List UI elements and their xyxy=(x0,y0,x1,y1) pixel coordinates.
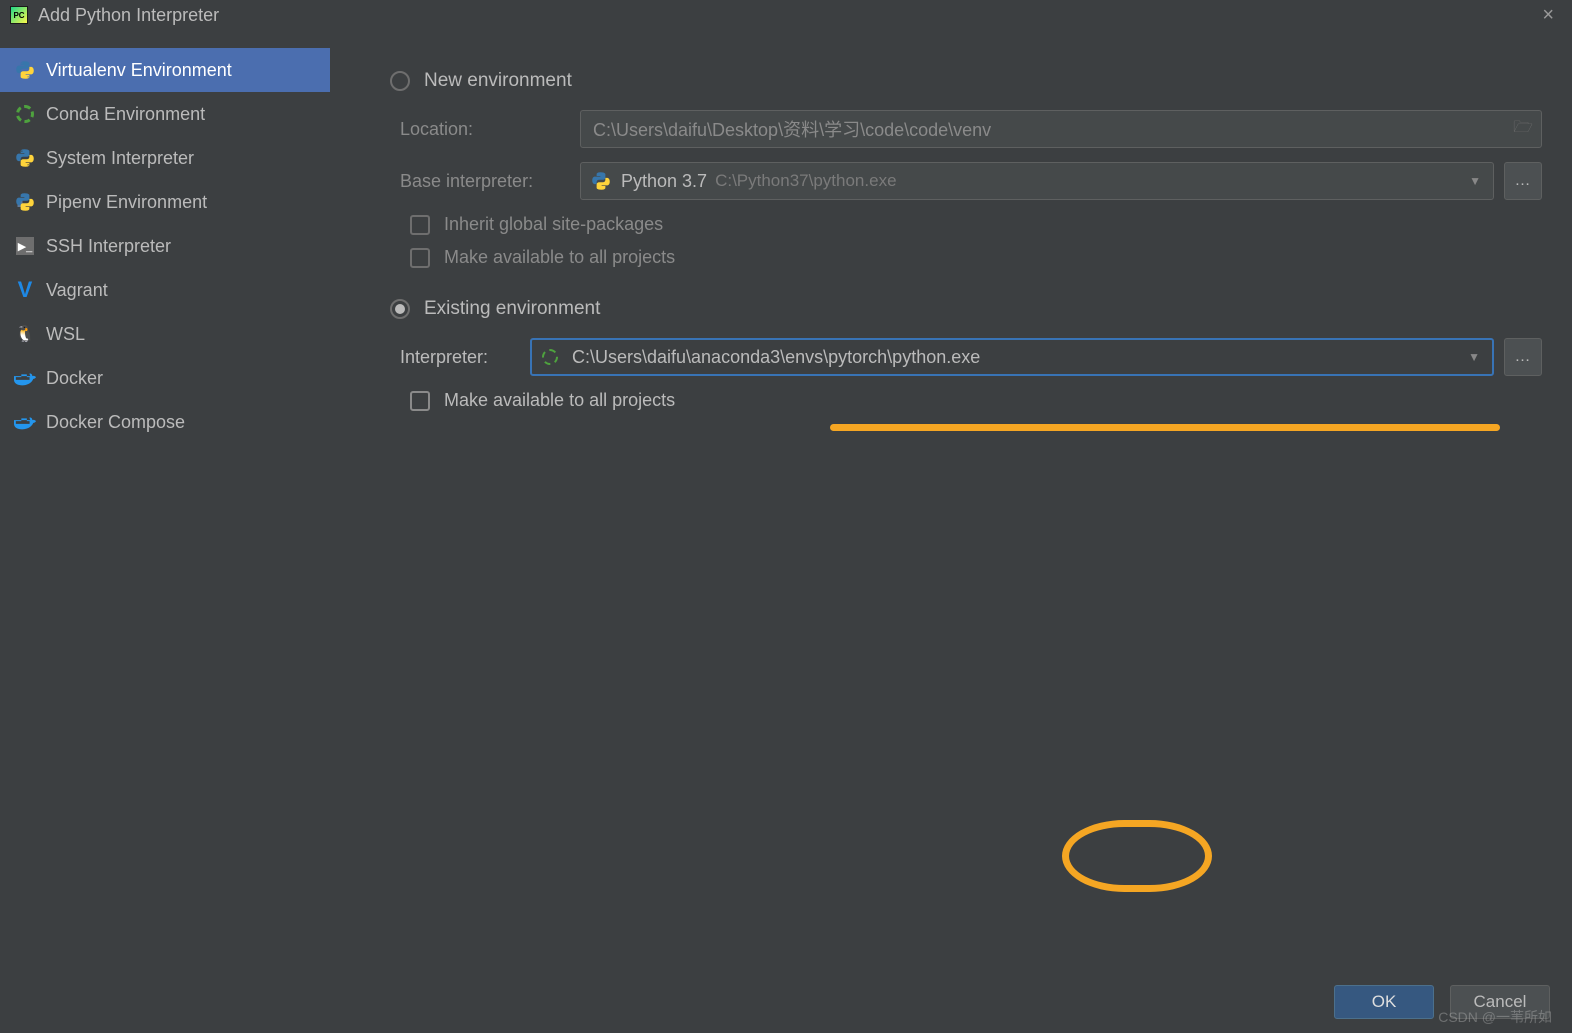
linux-icon: 🐧 xyxy=(14,323,36,345)
docker-icon xyxy=(14,367,36,389)
conda-icon xyxy=(542,349,562,365)
sidebar-item-label: Vagrant xyxy=(46,280,108,301)
base-interpreter-value: Python 3.7 xyxy=(621,171,707,192)
make-available-existing-checkbox[interactable] xyxy=(410,391,430,411)
sidebar-item-pipenv[interactable]: Pipenv Environment xyxy=(0,180,330,224)
sidebar-item-docker[interactable]: Docker xyxy=(0,356,330,400)
sidebar-item-ssh[interactable]: ▶_ SSH Interpreter xyxy=(0,224,330,268)
inherit-packages-label: Inherit global site-packages xyxy=(444,214,663,235)
inherit-packages-checkbox[interactable] xyxy=(410,215,430,235)
folder-icon[interactable]: 🗁 xyxy=(1513,116,1533,143)
sidebar-item-system[interactable]: System Interpreter xyxy=(0,136,330,180)
existing-environment-radio-row: Existing environment xyxy=(390,298,1542,320)
browse-base-interpreter-button[interactable]: … xyxy=(1504,162,1542,200)
annotation-underline xyxy=(830,424,1500,431)
sidebar-item-label: WSL xyxy=(46,324,85,345)
sidebar-item-vagrant[interactable]: V Vagrant xyxy=(0,268,330,312)
base-interpreter-path: C:\Python37\python.exe xyxy=(715,171,896,191)
make-available-existing-label: Make available to all projects xyxy=(444,390,675,411)
browse-interpreter-button[interactable]: … xyxy=(1504,338,1542,376)
watermark: CSDN @一苇所如 xyxy=(1438,1007,1552,1027)
make-available-new-checkbox[interactable] xyxy=(410,248,430,268)
sidebar-item-label: Pipenv Environment xyxy=(46,192,207,213)
window-title: Add Python Interpreter xyxy=(38,5,219,26)
main-panel: New environment Location: C:\Users\daifu… xyxy=(330,30,1572,1033)
new-environment-radio-row: New environment xyxy=(390,70,1542,92)
sidebar-item-conda[interactable]: Conda Environment xyxy=(0,92,330,136)
python-icon xyxy=(14,147,36,169)
sidebar-item-label: Docker xyxy=(46,368,103,389)
location-value: C:\Users\daifu\Desktop\资料\学习\code\code\v… xyxy=(593,116,991,142)
interpreter-value: C:\Users\daifu\anaconda3\envs\pytorch\py… xyxy=(572,347,980,368)
new-environment-radio[interactable] xyxy=(390,71,410,91)
vagrant-icon: V xyxy=(14,279,36,301)
sidebar-item-virtualenv[interactable]: Virtualenv Environment xyxy=(0,48,330,92)
base-interpreter-dropdown[interactable]: Python 3.7 C:\Python37\python.exe ▼ xyxy=(580,162,1494,200)
chevron-down-icon: ▼ xyxy=(1469,174,1481,188)
interpreter-type-sidebar: Virtualenv Environment Conda Environment… xyxy=(0,30,330,1033)
pycharm-icon: PC xyxy=(10,6,28,24)
sidebar-item-docker-compose[interactable]: Docker Compose xyxy=(0,400,330,444)
make-available-new-label: Make available to all projects xyxy=(444,247,675,268)
dialog-content: Virtualenv Environment Conda Environment… xyxy=(0,30,1572,1033)
python-icon xyxy=(14,59,36,81)
sidebar-item-label: Docker Compose xyxy=(46,412,185,433)
new-environment-label: New environment xyxy=(424,70,572,92)
pipenv-icon xyxy=(14,191,36,213)
existing-env-form: Interpreter: C:\Users\daifu\anaconda3\en… xyxy=(400,338,1542,411)
inherit-packages-row: Inherit global site-packages xyxy=(410,214,1542,235)
location-label: Location: xyxy=(400,119,580,140)
base-interpreter-label: Base interpreter: xyxy=(400,171,580,192)
new-env-form: Location: C:\Users\daifu\Desktop\资料\学习\c… xyxy=(400,110,1542,268)
title-bar: PC Add Python Interpreter × xyxy=(0,0,1572,30)
interpreter-label: Interpreter: xyxy=(400,347,530,368)
location-input[interactable]: C:\Users\daifu\Desktop\资料\学习\code\code\v… xyxy=(580,110,1542,148)
ok-button[interactable]: OK xyxy=(1334,985,1434,1019)
sidebar-item-wsl[interactable]: 🐧 WSL xyxy=(0,312,330,356)
existing-environment-label: Existing environment xyxy=(424,298,600,320)
sidebar-item-label: System Interpreter xyxy=(46,148,194,169)
interpreter-dropdown[interactable]: C:\Users\daifu\anaconda3\envs\pytorch\py… xyxy=(530,338,1494,376)
annotation-circle xyxy=(1062,820,1212,892)
python-icon xyxy=(591,171,611,191)
chevron-down-icon: ▼ xyxy=(1468,350,1480,364)
ssh-icon: ▶_ xyxy=(14,235,36,257)
make-available-existing-row: Make available to all projects xyxy=(410,390,1542,411)
sidebar-item-label: SSH Interpreter xyxy=(46,236,171,257)
make-available-new-row: Make available to all projects xyxy=(410,247,1542,268)
conda-icon xyxy=(14,103,36,125)
close-icon[interactable]: × xyxy=(1534,4,1562,27)
sidebar-item-label: Conda Environment xyxy=(46,104,205,125)
docker-compose-icon xyxy=(14,411,36,433)
sidebar-item-label: Virtualenv Environment xyxy=(46,60,232,81)
existing-environment-radio[interactable] xyxy=(390,299,410,319)
